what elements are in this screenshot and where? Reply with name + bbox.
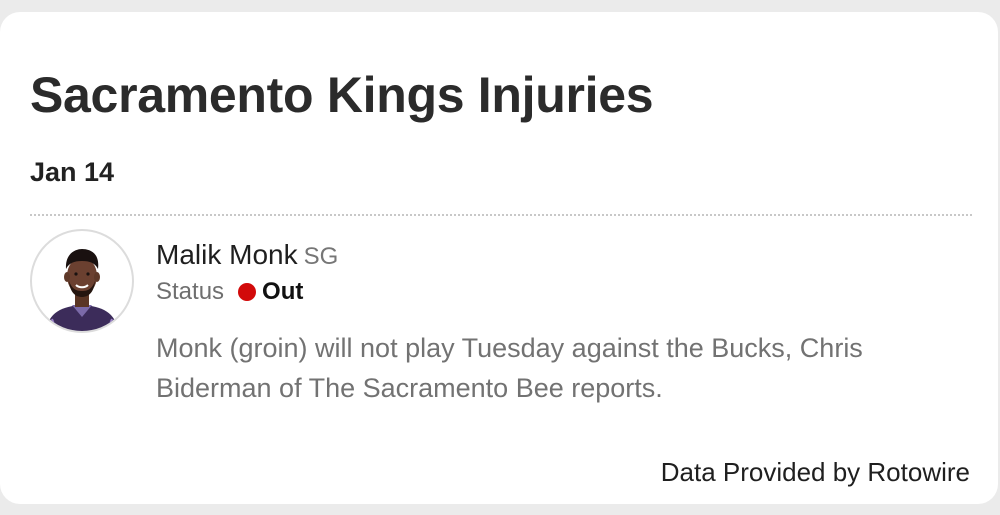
divider (30, 214, 972, 216)
status-value: Out (262, 278, 304, 305)
data-credit: Data Provided by Rotowire (660, 457, 970, 487)
status-label: Status (156, 278, 225, 305)
player-info: Malik Monk SG (156, 241, 338, 269)
player-headshot-icon (46, 249, 118, 331)
injury-note: Monk (groin) will not play Tuesday again… (156, 333, 863, 403)
status-indicator-icon (238, 283, 257, 301)
injuries-card: Sacramento Kings Injuries Jan 14 Malik M… (0, 12, 998, 504)
page-title: Sacramento Kings Injuries (30, 67, 654, 123)
injury-date: Jan 14 (30, 157, 115, 187)
player-avatar[interactable] (30, 229, 134, 333)
status-row: Status Out (156, 280, 303, 304)
player-name[interactable]: Malik Monk (156, 239, 298, 270)
player-position: SG (303, 243, 339, 270)
